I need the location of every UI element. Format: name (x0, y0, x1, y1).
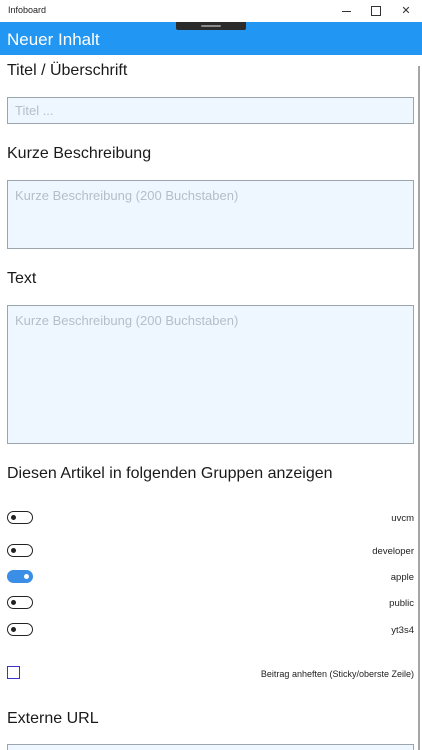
toggle-public[interactable] (7, 596, 33, 609)
group-name-apple: apple (390, 572, 414, 583)
toggle-yt3s4[interactable] (7, 623, 33, 636)
toggle-apple[interactable] (7, 570, 33, 583)
title-input[interactable]: Titel ... (7, 97, 414, 124)
group-name-developer: developer (372, 546, 414, 557)
minimize-icon[interactable] (332, 0, 360, 22)
short-description-label: Kurze Beschreibung (7, 145, 152, 162)
groups-label: Diesen Artikel in folgenden Gruppen anze… (7, 465, 333, 482)
toggle-developer[interactable] (7, 544, 33, 557)
pin-checkbox[interactable] (7, 666, 20, 679)
group-name-uvcm: uvcm (391, 513, 414, 524)
drag-handle[interactable] (176, 22, 246, 30)
external-url-label: Externe URL (7, 710, 99, 727)
page-title: Neuer Inhalt (7, 30, 100, 49)
window-title: Infoboard (8, 5, 47, 15)
pin-label: Beitrag anheften (Sticky/oberste Zeile) (260, 669, 414, 679)
maximize-icon[interactable] (362, 0, 390, 22)
title-label: Titel / Überschrift (7, 62, 128, 79)
external-url-input[interactable] (7, 744, 414, 750)
group-name-public: public (389, 598, 414, 609)
toggle-uvcm[interactable] (7, 511, 33, 524)
group-name-yt3s4: yt3s4 (391, 625, 414, 636)
short-description-placeholder: Kurze Beschreibung (200 Buchstaben) (15, 188, 239, 203)
close-icon[interactable] (392, 0, 420, 22)
short-description-input[interactable]: Kurze Beschreibung (200 Buchstaben) (7, 180, 414, 249)
text-label: Text (7, 270, 37, 287)
window-titlebar: Infoboard (0, 0, 422, 22)
text-placeholder: Kurze Beschreibung (200 Buchstaben) (15, 313, 239, 328)
scrollbar[interactable] (418, 66, 420, 750)
title-placeholder: Titel ... (15, 103, 54, 118)
text-input[interactable]: Kurze Beschreibung (200 Buchstaben) (7, 305, 414, 444)
